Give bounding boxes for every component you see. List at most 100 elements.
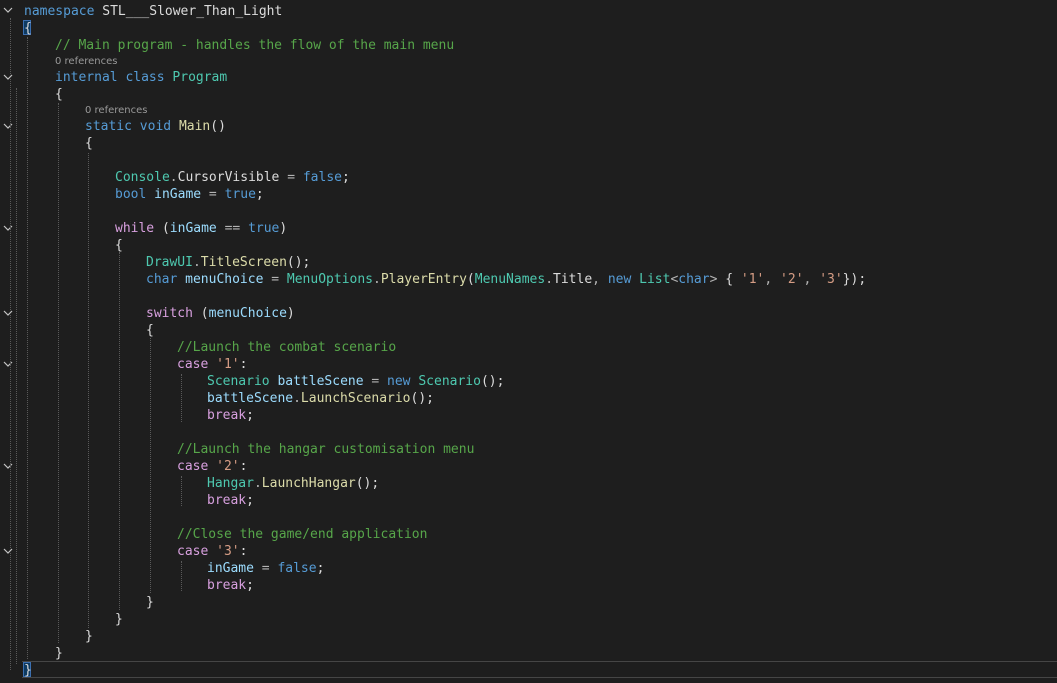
punctuation: ; — [246, 578, 254, 593]
keyword: bool — [115, 187, 147, 202]
operator: = — [279, 170, 303, 185]
code-line[interactable]: // Main program - handles the flow of th… — [55, 37, 454, 54]
fold-chevron-icon[interactable] — [3, 72, 13, 82]
code-line[interactable]: //Close the game/end application — [177, 526, 427, 543]
namespace-name: STL___Slower_Than_Light — [102, 4, 283, 19]
punctuation: ) — [286, 306, 295, 321]
indent-guide — [119, 252, 120, 610]
code-line[interactable]: Hangar.LaunchHangar(); — [207, 475, 379, 492]
code-line[interactable]: } — [115, 611, 123, 628]
code-line[interactable]: } — [24, 662, 32, 679]
comment: //Close the game/end application — [177, 527, 428, 542]
punctuation: (); — [410, 391, 434, 406]
fold-chevron-icon[interactable] — [3, 461, 13, 471]
fold-chevron-icon[interactable] — [3, 308, 13, 318]
code-editor[interactable]: namespace STL___Slower_Than_Light { // M… — [0, 0, 1057, 683]
fold-chevron-icon[interactable] — [3, 546, 13, 556]
code-line[interactable]: } — [146, 594, 154, 611]
type-name: Scenario — [207, 374, 270, 389]
indent-guide — [27, 37, 28, 659]
code-line[interactable]: char menuChoice = MenuOptions.PlayerEntr… — [146, 271, 866, 288]
char-literal: '2' — [780, 272, 804, 287]
indent-guide — [181, 374, 182, 422]
code-line[interactable]: bool inGame = true; — [115, 186, 264, 203]
type-name: MenuNames — [474, 272, 546, 287]
code-line[interactable]: { — [115, 237, 123, 254]
brace: } — [85, 629, 93, 644]
char-literal: '3' — [216, 544, 240, 559]
codelens-references[interactable]: 0 references — [85, 105, 148, 117]
type-name: List — [639, 272, 671, 287]
code-line[interactable]: } — [55, 645, 63, 662]
code-line[interactable]: while (inGame == true) — [115, 220, 287, 237]
type-name: Console — [115, 170, 170, 185]
type-name: MenuOptions — [286, 272, 373, 287]
operator: = — [363, 374, 388, 389]
punctuation: ( — [154, 221, 170, 236]
code-line[interactable]: static void Main() — [85, 118, 226, 135]
fold-chevron-icon[interactable] — [3, 121, 13, 131]
keyword: void — [139, 119, 172, 134]
control-keyword: while — [115, 221, 155, 236]
fold-chevron-icon[interactable] — [3, 5, 13, 15]
code-line[interactable]: case '1': — [177, 356, 247, 373]
code-line[interactable]: { — [55, 86, 63, 103]
indent-guide — [150, 338, 151, 593]
char-literal: '1' — [740, 272, 765, 287]
punctuation: ; — [246, 493, 254, 508]
code-line[interactable]: inGame = false; — [207, 560, 324, 577]
keyword: new — [387, 374, 411, 389]
code-line[interactable]: Console.CursorVisible = false; — [115, 169, 350, 186]
char-literal: '1' — [216, 357, 240, 372]
code-line[interactable]: break; — [207, 577, 254, 594]
punctuation: ( — [466, 272, 475, 287]
control-keyword: case — [177, 544, 209, 559]
code-line[interactable]: switch (menuChoice) — [146, 305, 295, 322]
code-line[interactable]: case '3': — [177, 543, 247, 560]
punctuation: (); — [355, 476, 380, 491]
code-line[interactable]: case '2': — [177, 458, 247, 475]
brace: { — [115, 238, 123, 253]
type-name: Scenario — [418, 374, 481, 389]
variable-name: menuChoice — [208, 306, 287, 321]
punctuation: ; — [255, 187, 264, 202]
code-line[interactable]: DrawUI.TitleScreen(); — [146, 254, 310, 271]
punctuation: . — [293, 391, 301, 406]
keyword: internal — [55, 70, 118, 85]
code-line[interactable]: break; — [207, 492, 254, 509]
code-line[interactable]: Scenario battleScene = new Scenario(); — [207, 373, 504, 390]
fold-chevron-icon[interactable] — [3, 359, 13, 369]
code-line[interactable]: { — [85, 135, 93, 152]
brace: } — [55, 646, 63, 661]
method-name: Main — [178, 119, 211, 134]
code-line[interactable]: //Launch the combat scenario — [177, 339, 396, 356]
punctuation: (); — [480, 374, 505, 389]
operator: = — [201, 187, 225, 202]
codelens-references[interactable]: 0 references — [55, 56, 118, 68]
comment: // Main program - handles the flow of th… — [55, 38, 455, 53]
keyword: static — [85, 119, 132, 134]
brace: } — [146, 595, 154, 610]
code-line[interactable]: //Launch the hangar customisation menu — [177, 441, 474, 458]
keyword: new — [607, 272, 632, 287]
operator: = — [253, 561, 278, 576]
brace: { — [85, 136, 93, 151]
code-line[interactable]: } — [85, 628, 93, 645]
keyword: char — [678, 272, 710, 287]
code-line[interactable]: { — [146, 322, 154, 339]
punctuation: : — [239, 544, 248, 559]
brace: { — [55, 87, 63, 102]
code-line[interactable]: break; — [207, 407, 254, 424]
code-line[interactable]: { — [24, 20, 32, 37]
code-line[interactable]: battleScene.LaunchScenario(); — [207, 390, 434, 407]
control-keyword: break — [207, 493, 247, 508]
brace: } — [24, 663, 32, 678]
fold-chevron-icon[interactable] — [3, 223, 13, 233]
control-keyword: break — [207, 408, 247, 423]
punctuation: . — [373, 272, 381, 287]
variable-name: inGame — [169, 221, 217, 236]
type-name: DrawUI — [146, 255, 193, 270]
code-line[interactable]: namespace STL___Slower_Than_Light — [24, 3, 282, 20]
punctuation: , — [764, 272, 781, 287]
code-line[interactable]: internal class Program — [55, 69, 227, 86]
